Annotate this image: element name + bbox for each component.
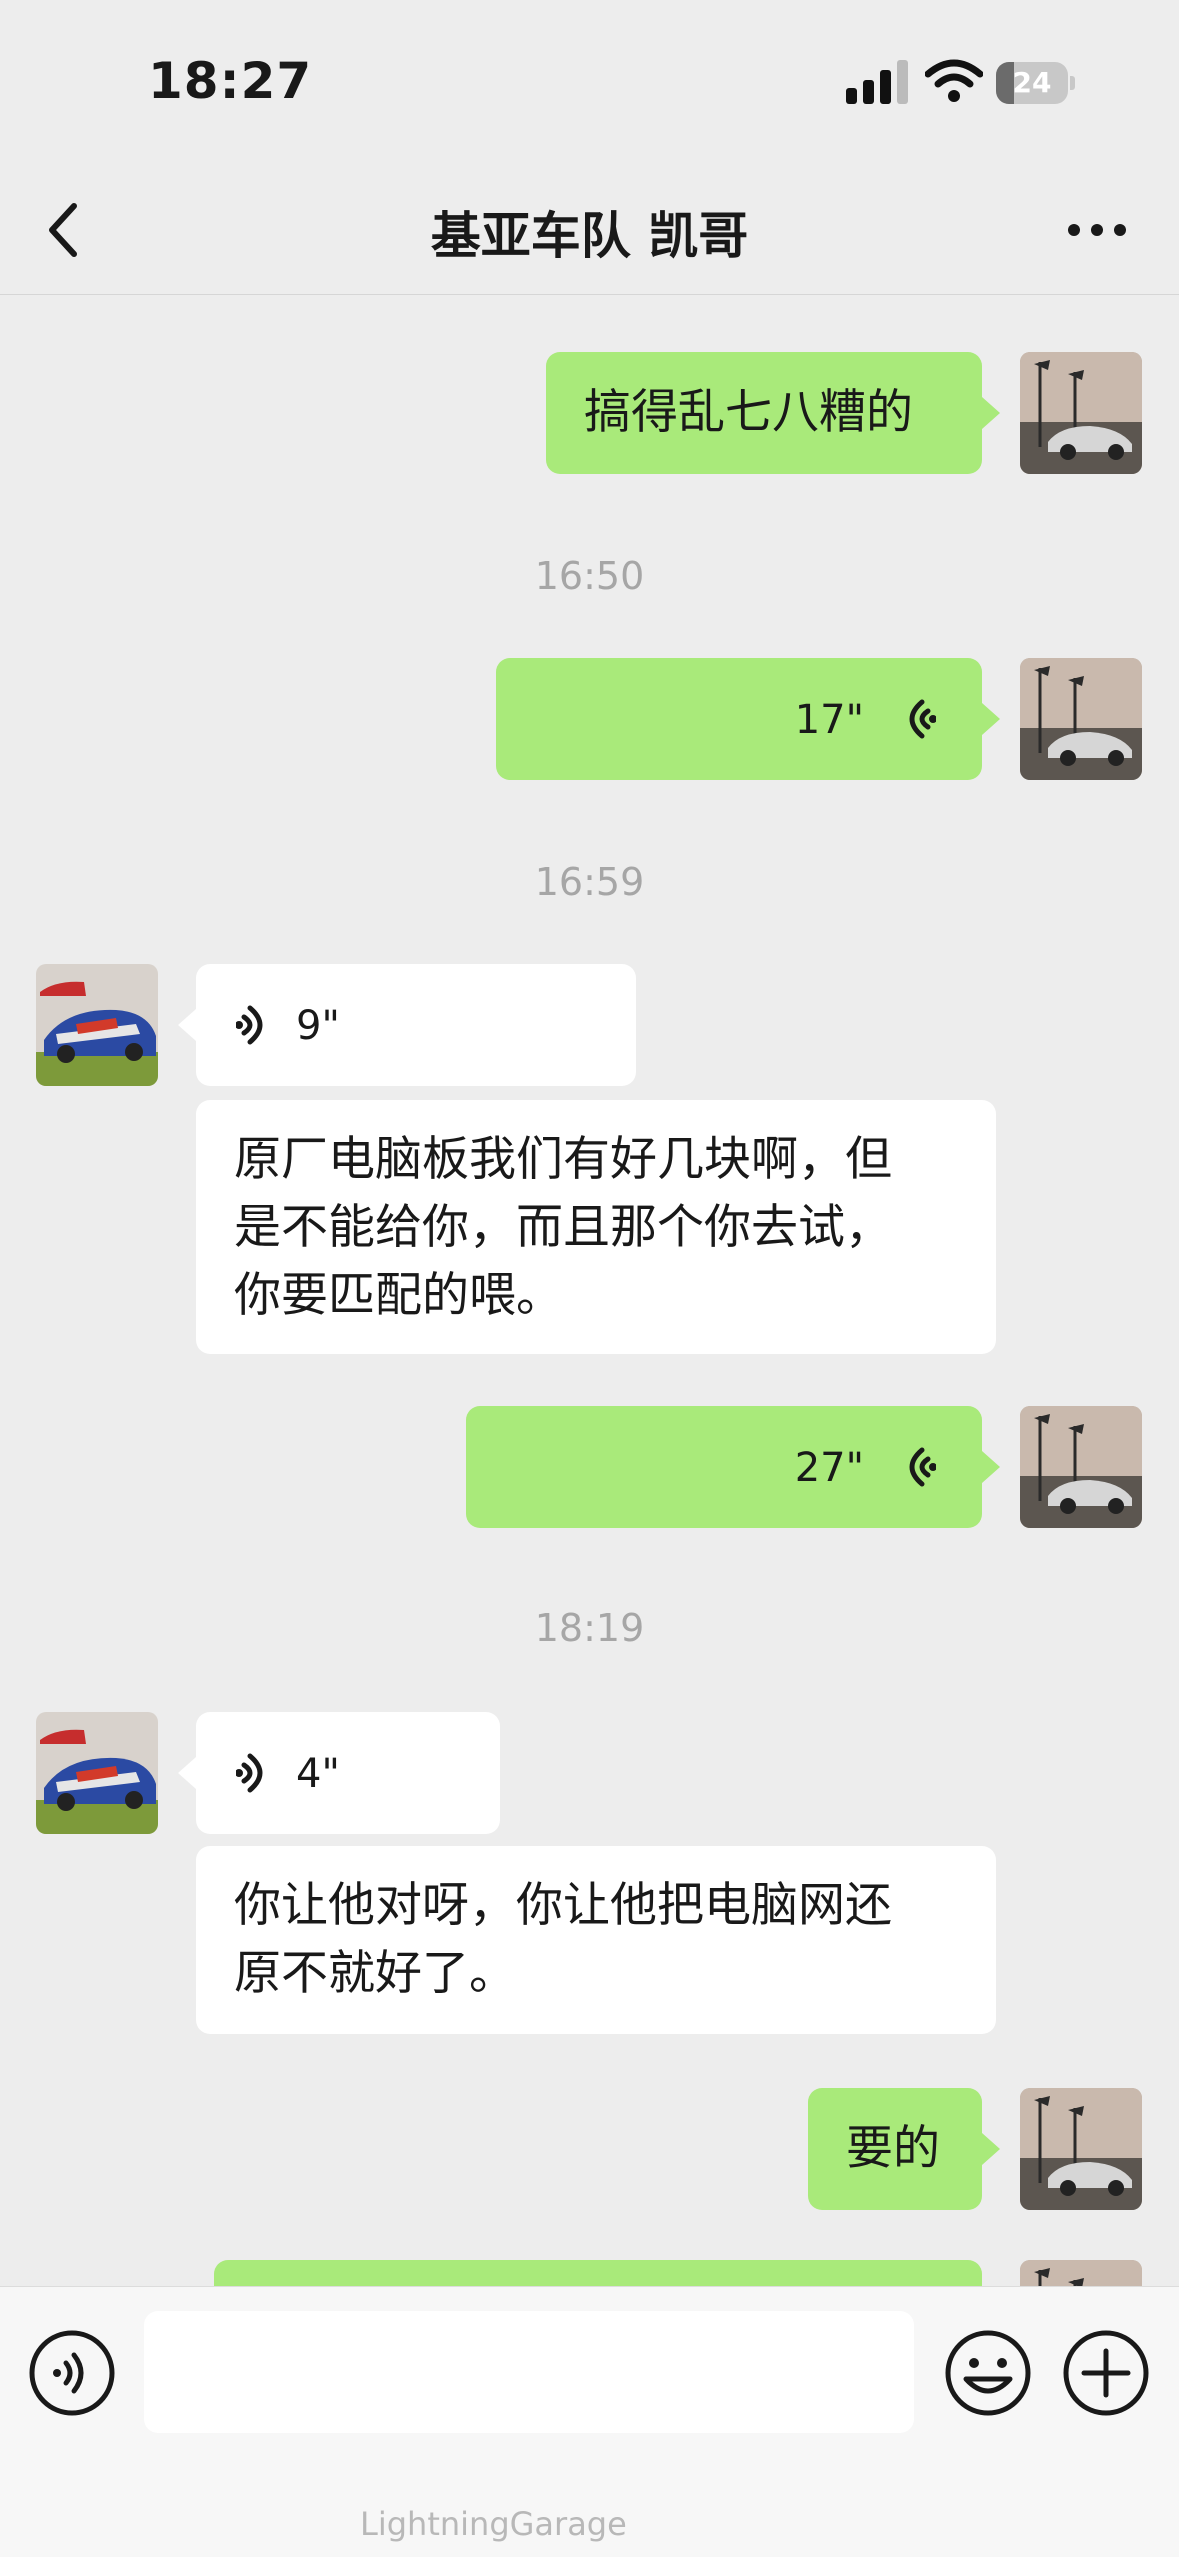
message-text: 要的 bbox=[846, 2121, 940, 2176]
chat-title: 基亚车队 凯哥 bbox=[430, 207, 749, 265]
message-text-line: 原不就好了。 bbox=[234, 1946, 516, 2001]
battery-level: 24 bbox=[1012, 66, 1052, 99]
back-button[interactable] bbox=[36, 200, 96, 260]
emoji-button[interactable] bbox=[938, 2323, 1038, 2423]
message-text-line: 你要匹配的喂。 bbox=[234, 1268, 563, 1323]
message-bubble[interactable]: 你让他对呀，你让他把电脑网还 原不就好了。 bbox=[196, 1846, 996, 2034]
voice-icon bbox=[236, 1748, 276, 1798]
voice-icon bbox=[236, 1000, 276, 1050]
status-bar: 18:27 24 bbox=[0, 0, 1179, 160]
voice-message[interactable]: 17" bbox=[496, 658, 982, 780]
battery-icon: 24 bbox=[996, 62, 1076, 104]
status-time: 18:27 bbox=[148, 52, 313, 110]
voice-message[interactable]: 27" bbox=[466, 1406, 982, 1528]
chat-header: 基亚车队 凯哥 bbox=[0, 160, 1179, 295]
message-bubble[interactable]: 要的 bbox=[808, 2088, 982, 2210]
timestamp: 16:50 bbox=[534, 554, 645, 598]
voice-message[interactable]: 9" bbox=[196, 964, 636, 1086]
voice-message[interactable]: 4" bbox=[196, 1712, 500, 1834]
message-bubble[interactable]: 原厂电脑板我们有好几块啊，但 是不能给你，而且那个你去试， 你要匹配的喂。 bbox=[196, 1100, 996, 1354]
message-text-line: 是不能给你，而且那个你去试， bbox=[234, 1200, 892, 1255]
watermark: LightningGarage bbox=[360, 2505, 627, 2543]
voice-icon bbox=[896, 694, 936, 744]
more-functions-button[interactable] bbox=[1056, 2323, 1156, 2423]
message-list[interactable]: 搞得乱七八糟的 16:50 17" 16:59 9" 原厂电脑板我们有好几块啊，… bbox=[0, 294, 1179, 2286]
input-bar: LightningGarage bbox=[0, 2286, 1179, 2557]
my-avatar[interactable] bbox=[1020, 658, 1142, 780]
voice-duration: 17" bbox=[794, 697, 864, 743]
my-avatar[interactable] bbox=[1020, 1406, 1142, 1528]
timestamp: 18:19 bbox=[534, 1606, 645, 1650]
message-bubble-partial[interactable] bbox=[214, 2260, 982, 2286]
message-text: 搞得乱七八糟的 bbox=[584, 385, 913, 440]
voice-icon bbox=[896, 1442, 936, 1492]
contact-avatar[interactable] bbox=[36, 1712, 158, 1834]
cellular-signal-icon bbox=[846, 60, 908, 104]
my-avatar[interactable] bbox=[1020, 2088, 1142, 2210]
my-avatar[interactable] bbox=[1020, 352, 1142, 474]
voice-input-button[interactable] bbox=[22, 2323, 122, 2423]
more-options-button[interactable] bbox=[1060, 200, 1150, 260]
message-input[interactable] bbox=[144, 2311, 914, 2433]
wifi-icon bbox=[925, 59, 983, 102]
message-text-line: 你让他对呀，你让他把电脑网还 bbox=[234, 1878, 892, 1933]
message-bubble[interactable]: 搞得乱七八糟的 bbox=[546, 352, 982, 474]
message-text-line: 原厂电脑板我们有好几块啊，但 bbox=[234, 1132, 892, 1187]
my-avatar[interactable] bbox=[1020, 2260, 1142, 2286]
timestamp: 16:59 bbox=[534, 860, 645, 904]
voice-duration: 27" bbox=[794, 1445, 864, 1491]
contact-avatar[interactable] bbox=[36, 964, 158, 1086]
voice-duration: 9" bbox=[296, 1003, 340, 1049]
voice-duration: 4" bbox=[296, 1751, 340, 1797]
